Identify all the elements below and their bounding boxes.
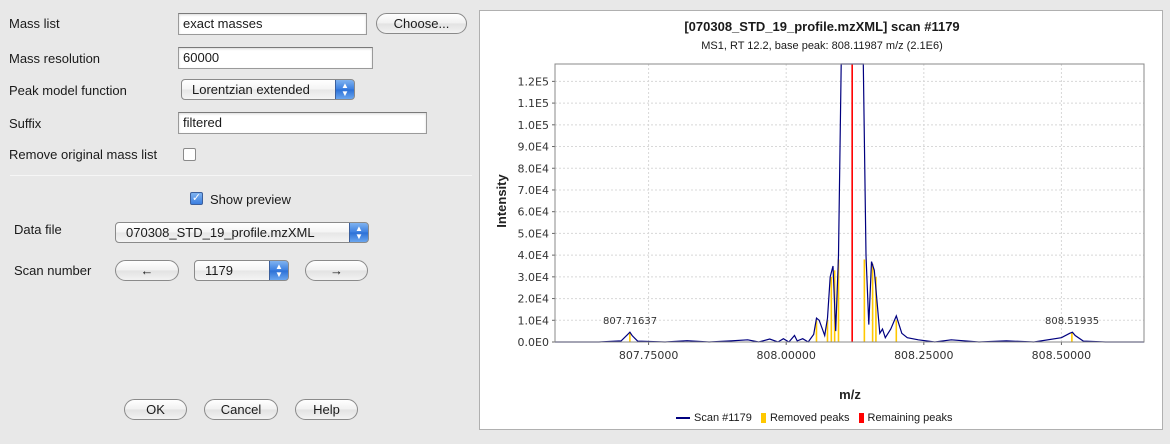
y-tick-label: 5.0E4	[518, 227, 549, 240]
up-down-arrows-icon: ▲ ▼	[349, 223, 368, 242]
x-axis-label: m/z	[839, 387, 861, 402]
remove-original-checkbox[interactable]	[183, 148, 196, 161]
mass-resolution-label: Mass resolution	[9, 51, 101, 66]
chart-legend: Scan #1179 Removed peaks Remaining peaks	[676, 412, 953, 424]
data-file-label: Data file	[14, 222, 62, 237]
y-tick-label: 1.1E5	[518, 97, 549, 110]
removed-peaks-swatch	[760, 413, 766, 424]
y-tick-label: 1.2E5	[518, 75, 549, 88]
spectrum-chart[interactable]: 0.0E0 1.0E4 2.0E4 3.0E4 4.0E4 5.0E4 6.0E4 7.0E4…	[480, 11, 1164, 431]
plot-frame	[554, 63, 1145, 343]
y-tick-label: 0.0E0	[518, 336, 549, 349]
x-tick-label: 808.25000	[894, 349, 954, 362]
y-tick-label: 9.0E4	[518, 141, 549, 154]
legend-remaining: Remaining peaks	[867, 412, 953, 425]
peak-model-value: Lorentzian extended	[192, 82, 310, 97]
suffix-field[interactable]: filtered	[178, 112, 427, 134]
show-preview-label: Show preview	[210, 192, 291, 207]
check-icon: ✓	[191, 192, 202, 204]
y-tick-label: 2.0E4	[518, 293, 549, 306]
scan-line-swatch	[676, 417, 690, 420]
help-button[interactable]: Help	[295, 399, 358, 420]
y-tick-label: 8.0E4	[518, 162, 549, 175]
y-tick-label: 7.0E4	[518, 184, 549, 197]
scan-number-value: 1179	[205, 263, 233, 278]
y-tick-label: 1.0E5	[518, 119, 549, 132]
show-preview-checkbox[interactable]: ✓	[190, 192, 203, 205]
peak-annotation: 807.71637	[603, 316, 657, 327]
mass-resolution-field[interactable]: 60000	[178, 47, 373, 69]
separator	[10, 175, 472, 176]
choose-button[interactable]: Choose...	[376, 13, 467, 34]
up-down-arrows-icon: ▲ ▼	[269, 261, 288, 280]
scan-profile-line	[555, 63, 1144, 343]
y-tick-label: 6.0E4	[518, 206, 549, 219]
remaining-peaks-swatch	[858, 413, 864, 424]
peak-model-combo[interactable]: Lorentzian extended ▲ ▼	[181, 79, 355, 100]
up-down-arrows-icon: ▲ ▼	[335, 80, 354, 99]
ok-button[interactable]: OK	[124, 399, 187, 420]
scan-number-label: Scan number	[14, 263, 92, 278]
data-file-combo[interactable]: 070308_STD_19_profile.mzXML ▲ ▼	[115, 222, 369, 243]
previous-scan-button[interactable]: ←	[115, 260, 179, 281]
x-tick-label: 808.50000	[1032, 349, 1092, 362]
mass-list-label: Mass list	[9, 16, 60, 31]
cancel-button[interactable]: Cancel	[204, 399, 278, 420]
y-axis-label: Intensity	[494, 174, 509, 228]
peak-annotation: 808.51935	[1045, 316, 1099, 327]
y-tick-label: 4.0E4	[518, 249, 549, 262]
next-scan-button[interactable]: →	[305, 260, 368, 281]
legend-scan: Scan #1179	[694, 412, 752, 425]
peak-model-label: Peak model function	[9, 83, 127, 98]
chart-grid	[555, 64, 1144, 343]
data-file-value: 070308_STD_19_profile.mzXML	[126, 225, 315, 240]
x-tick-label: 808.00000	[756, 349, 816, 362]
x-tick-label: 807.75000	[619, 349, 679, 362]
y-tick-label: 3.0E4	[518, 271, 549, 284]
y-tick-label: 1.0E4	[518, 314, 549, 327]
chart-series	[555, 63, 1144, 343]
suffix-label: Suffix	[9, 116, 42, 131]
remove-original-label: Remove original mass list	[9, 147, 158, 162]
legend-removed: Removed peaks	[769, 412, 850, 425]
scan-number-combo[interactable]: 1179 ▲ ▼	[194, 260, 289, 281]
mass-list-field[interactable]: exact masses	[178, 13, 367, 35]
spectrum-chart-panel: [070308_STD_19_profile.mzXML] scan #1179…	[479, 10, 1163, 430]
